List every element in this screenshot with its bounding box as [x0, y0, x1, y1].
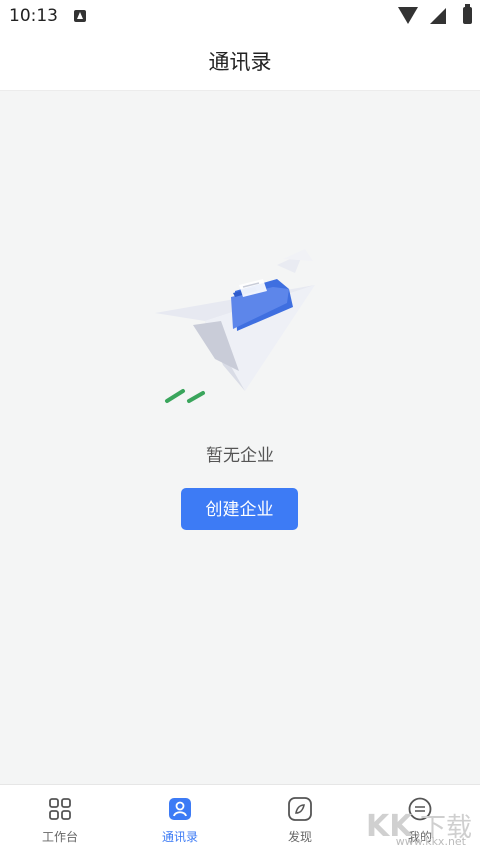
tab-label: 发现 [287, 830, 312, 844]
tab-contacts[interactable]: 通讯录 [120, 785, 240, 853]
empty-state: 暂无企业 创建企业 [0, 91, 480, 784]
battery-icon [463, 4, 472, 24]
status-bar: 10:13 [0, 0, 480, 34]
title-bar: 通讯录 [0, 34, 480, 91]
empty-message: 暂无企业 [206, 446, 274, 466]
grid-icon [49, 798, 71, 820]
tab-workbench[interactable]: 工作台 [0, 785, 120, 853]
contacts-icon [169, 798, 191, 820]
notification-icon [74, 10, 86, 22]
tab-label: 通讯录 [161, 830, 198, 844]
watermark-url: www.kkx.net [395, 835, 466, 848]
create-enterprise-button[interactable]: 创建企业 [181, 488, 298, 530]
tab-label: 工作台 [41, 830, 78, 844]
paper-plane-illustration [155, 249, 315, 403]
status-time: 10:13 [9, 6, 58, 26]
tab-discover[interactable]: 发现 [240, 785, 360, 853]
compass-icon [288, 797, 312, 821]
page-title: 通讯录 [208, 50, 272, 74]
signal-icon [430, 8, 446, 24]
wifi-icon [398, 7, 418, 24]
